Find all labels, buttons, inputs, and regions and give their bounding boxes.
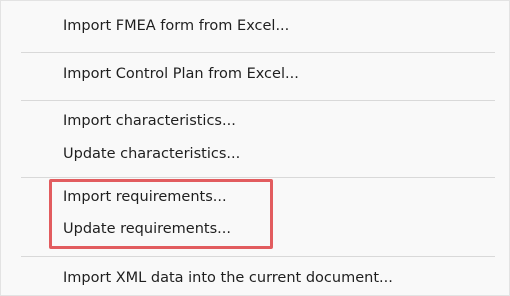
- menu-item-import-xml-data[interactable]: Import XML data into the current documen…: [63, 265, 393, 291]
- menu-separator: [21, 177, 495, 178]
- menu-item-update-characteristics[interactable]: Update characteristics...: [63, 141, 240, 167]
- menu-separator: [21, 52, 495, 53]
- menu-item-import-requirements[interactable]: Import requirements...: [63, 184, 227, 210]
- menu-item-import-characteristics[interactable]: Import characteristics...: [63, 108, 236, 134]
- menu-item-import-fmea-form[interactable]: Import FMEA form from Excel...: [63, 13, 289, 39]
- menu-separator: [21, 256, 495, 257]
- menu-separator: [21, 100, 495, 101]
- menu-item-update-requirements[interactable]: Update requirements...: [63, 216, 231, 242]
- menu-item-import-control-plan[interactable]: Import Control Plan from Excel...: [63, 61, 299, 87]
- context-menu: Import FMEA form from Excel... Import Co…: [0, 0, 510, 296]
